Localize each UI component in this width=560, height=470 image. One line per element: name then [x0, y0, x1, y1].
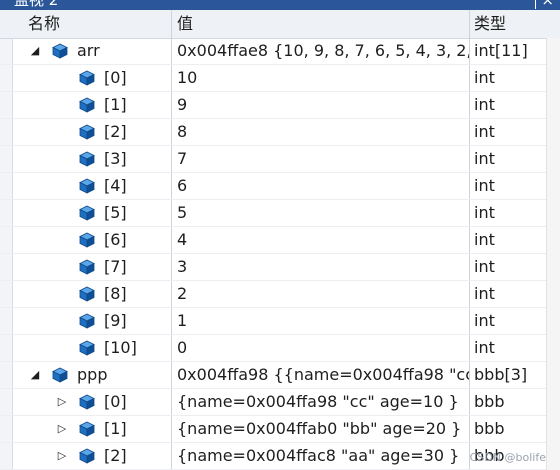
variable-name: [3] — [104, 149, 127, 168]
variable-type: bbb — [474, 419, 505, 438]
variable-value[interactable]: 4 — [177, 227, 469, 253]
cube-icon — [79, 394, 95, 410]
cube-icon — [79, 340, 95, 356]
column-header-value[interactable]: 值 — [177, 10, 467, 38]
variable-type: int — [474, 284, 495, 303]
pin-icon[interactable] — [535, 0, 536, 9]
cube-icon — [79, 448, 95, 464]
variable-name: [10] — [104, 338, 137, 357]
variable-type: int[11] — [474, 41, 528, 60]
cube-icon — [79, 421, 95, 437]
vertical-scrollbar[interactable] — [546, 38, 560, 470]
watch-row[interactable]: ▷ [2] {name=0x004ffac8 "aa" age=30 } bbb — [0, 443, 547, 470]
variable-value[interactable]: 1 — [177, 308, 469, 334]
variable-value[interactable]: 3 — [177, 254, 469, 280]
close-icon[interactable]: × — [541, 0, 554, 9]
watch-row[interactable]: [1] 9 int — [0, 92, 547, 119]
variable-value[interactable]: 0 — [177, 335, 469, 361]
variable-type: int — [474, 149, 495, 168]
watch-window-titlebar: 监视 2 × — [0, 0, 560, 10]
variable-value[interactable]: 2 — [177, 281, 469, 307]
variable-name: [9] — [104, 311, 127, 330]
window-title: 监视 2 — [14, 0, 59, 9]
cube-icon — [79, 70, 95, 86]
variable-type: int — [474, 68, 495, 87]
variable-type: int — [474, 95, 495, 114]
watch-row[interactable]: [0] 10 int — [0, 65, 547, 92]
cube-icon — [52, 43, 68, 59]
cube-icon — [79, 151, 95, 167]
variable-type: int — [474, 338, 495, 357]
variable-type: bbb[3] — [474, 365, 528, 384]
collapse-arrow-icon[interactable]: ▷ — [55, 395, 69, 409]
variable-type: int — [474, 176, 495, 195]
variable-value[interactable]: 0x004ffa98 {{name=0x004ffa98 "cc" age=10… — [177, 362, 469, 388]
variable-value[interactable]: 10 — [177, 65, 469, 91]
variable-value[interactable]: 7 — [177, 146, 469, 172]
cube-icon — [79, 259, 95, 275]
watch-row[interactable]: ◢ ppp 0x004ffa98 {{name=0x004ffa98 "cc" ag… — [0, 362, 547, 389]
variable-value[interactable]: 6 — [177, 173, 469, 199]
variable-type: int — [474, 257, 495, 276]
cube-icon — [79, 178, 95, 194]
watch-row[interactable]: [2] 8 int — [0, 119, 547, 146]
variable-value[interactable]: {name=0x004ffab0 "bb" age=20 } — [177, 416, 469, 442]
column-header: 名称 值 类型 — [0, 10, 560, 39]
watch-row[interactable]: [8] 2 int — [0, 281, 547, 308]
cube-icon — [79, 124, 95, 140]
variable-name: [1] — [104, 95, 127, 114]
watch-row[interactable]: ▷ [1] {name=0x004ffab0 "bb" age=20 } bbb — [0, 416, 547, 443]
variable-name: [4] — [104, 176, 127, 195]
watch-row[interactable]: [3] 7 int — [0, 146, 547, 173]
watermark: CSDN @bolife — [469, 451, 546, 464]
variable-value[interactable]: {name=0x004ffa98 "cc" age=10 } — [177, 389, 469, 415]
cube-icon — [79, 313, 95, 329]
expand-arrow-icon[interactable]: ◢ — [28, 44, 42, 58]
watch-row[interactable]: [4] 6 int — [0, 173, 547, 200]
watch-rows: ◢ arr 0x004ffae8 {10, 9, 8, 7, 6, 5, 4, 3,… — [0, 38, 547, 470]
variable-type: int — [474, 203, 495, 222]
cube-icon — [79, 97, 95, 113]
variable-name: [6] — [104, 230, 127, 249]
watch-row[interactable]: [5] 5 int — [0, 200, 547, 227]
variable-name: [0] — [104, 392, 127, 411]
column-header-type[interactable]: 类型 — [474, 10, 544, 38]
collapse-arrow-icon[interactable]: ▷ — [55, 422, 69, 436]
cube-icon — [79, 232, 95, 248]
watch-row[interactable]: [6] 4 int — [0, 227, 547, 254]
variable-name: arr — [77, 41, 100, 60]
variable-name: [8] — [104, 284, 127, 303]
expand-arrow-icon[interactable]: ◢ — [28, 368, 42, 382]
cube-icon — [79, 205, 95, 221]
variable-name: [5] — [104, 203, 127, 222]
column-header-name[interactable]: 名称 — [28, 10, 168, 38]
collapse-arrow-icon[interactable]: ▷ — [55, 449, 69, 463]
watch-row[interactable]: [7] 3 int — [0, 254, 547, 281]
variable-value[interactable]: 5 — [177, 200, 469, 226]
cube-icon — [79, 286, 95, 302]
variable-name: [2] — [104, 122, 127, 141]
variable-value[interactable]: 0x004ffae8 {10, 9, 8, 7, 6, 5, 4, 3, 2, … — [177, 38, 469, 64]
variable-name: [0] — [104, 68, 127, 87]
variable-name: [7] — [104, 257, 127, 276]
variable-value[interactable]: {name=0x004ffac8 "aa" age=30 } — [177, 443, 469, 469]
variable-name: ppp — [77, 365, 108, 384]
variable-name: [1] — [104, 419, 127, 438]
variable-type: int — [474, 122, 495, 141]
cube-icon — [52, 367, 68, 383]
watch-row[interactable]: [9] 1 int — [0, 308, 547, 335]
watch-row[interactable]: [10] 0 int — [0, 335, 547, 362]
watch-row[interactable]: ◢ arr 0x004ffae8 {10, 9, 8, 7, 6, 5, 4, 3,… — [0, 38, 547, 65]
variable-name: [2] — [104, 446, 127, 465]
watch-row[interactable]: ▷ [0] {name=0x004ffa98 "cc" age=10 } bbb — [0, 389, 547, 416]
variable-type: bbb — [474, 392, 505, 411]
variable-value[interactable]: 9 — [177, 92, 469, 118]
variable-type: int — [474, 230, 495, 249]
variable-type: int — [474, 311, 495, 330]
variable-value[interactable]: 8 — [177, 119, 469, 145]
